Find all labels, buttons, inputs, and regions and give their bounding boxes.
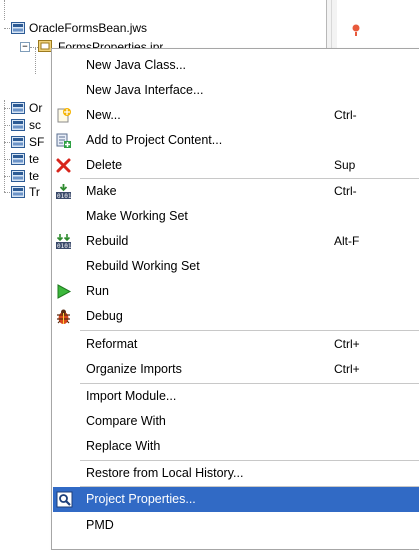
menu-item-make-working-set[interactable]: Make Working Set <box>52 204 419 229</box>
error-marker-icon <box>352 24 360 36</box>
tree-row-partial[interactable]: Tr <box>0 184 50 200</box>
rebuild-icon: 0101 <box>56 234 72 250</box>
menu-item-label: New... <box>86 108 121 122</box>
debug-icon <box>57 309 70 324</box>
svg-text:0101: 0101 <box>57 243 72 250</box>
workspace-icon <box>11 22 25 34</box>
tree-row-partial[interactable]: Or <box>0 100 50 116</box>
menu-item-make[interactable]: 0101 Make Ctrl- <box>52 179 419 204</box>
workspace-icon <box>11 136 25 148</box>
menu-item-reformat[interactable]: Reformat Ctrl+ <box>52 332 419 357</box>
tree-partial-label: te <box>29 152 40 166</box>
tree-connector <box>4 192 10 193</box>
menu-item-label: Import Module... <box>86 389 177 403</box>
tree-partial-label: Tr <box>29 185 40 199</box>
collapse-icon[interactable]: − <box>20 42 30 52</box>
tree-row-partial[interactable]: sc <box>0 117 50 133</box>
menu-item-label: Compare With <box>86 414 166 428</box>
tree-row-partial[interactable]: te <box>0 151 50 167</box>
new-gallery-icon <box>57 108 71 123</box>
menu-item-label: Delete <box>86 158 123 172</box>
tree-connector <box>4 28 10 29</box>
workspace-icon <box>11 153 25 165</box>
menu-item-label: Add to Project Content... <box>86 133 223 147</box>
menu-item-add-to-project-content[interactable]: Add to Project Content... <box>52 128 419 153</box>
delete-icon <box>56 158 71 173</box>
menu-item-shortcut: Ctrl+ <box>334 362 360 376</box>
menu-item-shortcut: Ctrl- <box>334 108 357 122</box>
menu-item-run[interactable]: Run <box>52 279 419 304</box>
menu-item-pmd[interactable]: PMD <box>52 513 419 538</box>
menu-item-label: Project Properties... <box>86 492 196 506</box>
menu-item-compare-with[interactable]: Compare With <box>52 409 419 434</box>
menu-item-replace-with[interactable]: Replace With <box>52 434 419 459</box>
menu-item-label: Rebuild <box>86 234 129 248</box>
menu-item-label: Run <box>86 284 109 298</box>
tree-connector <box>4 0 5 20</box>
tree-connector <box>4 176 10 177</box>
menu-item-import-module[interactable]: Import Module... <box>52 384 419 409</box>
menu-item-label: Organize Imports <box>86 362 182 376</box>
menu-item-shortcut: Sup <box>334 158 356 172</box>
menu-item-label: New Java Interface... <box>86 83 204 97</box>
svg-text:0101: 0101 <box>57 193 72 200</box>
workspace-icon <box>11 102 25 114</box>
menu-item-label: Reformat <box>86 337 138 351</box>
tree-partial-label: SF <box>29 135 45 149</box>
menu-item-shortcut: Ctrl+ <box>334 337 360 351</box>
menu-item-rebuild[interactable]: 0101 Rebuild Alt-F <box>52 229 419 254</box>
menu-item-restore-from-local-history[interactable]: Restore from Local History... <box>52 461 419 486</box>
menu-item-label: Replace With <box>86 439 161 453</box>
menu-item-label: New Java Class... <box>86 58 187 72</box>
make-icon: 0101 <box>56 184 72 200</box>
menu-item-new[interactable]: New... Ctrl- <box>52 103 419 128</box>
project-properties-icon <box>56 491 73 508</box>
menu-item-project-properties[interactable]: Project Properties... <box>53 487 419 512</box>
menu-item-shortcut: Alt-F <box>334 234 360 248</box>
menu-item-label: PMD <box>86 518 114 532</box>
menu-item-delete[interactable]: Delete Sup <box>52 153 419 178</box>
tree-partial-label: Or <box>29 101 43 115</box>
menu-item-new-java-class[interactable]: New Java Class... <box>52 53 419 78</box>
project-icon <box>38 40 52 52</box>
menu-item-shortcut: Ctrl- <box>334 184 357 198</box>
tree-root-label: OracleFormsBean.jws <box>29 21 148 35</box>
menu-item-label: Restore from Local History... <box>86 466 244 480</box>
tree-row-partial[interactable]: te <box>0 168 50 184</box>
context-menu: New Java Class... New Java Interface... … <box>51 48 419 550</box>
tree-connector <box>4 159 10 160</box>
tree-connector <box>4 108 10 109</box>
add-to-project-icon <box>56 133 71 148</box>
tree-partial-label: sc <box>29 118 41 132</box>
menu-item-debug[interactable]: Debug <box>52 304 419 329</box>
tree-connector <box>30 47 38 48</box>
tree-partial-label: te <box>29 169 40 183</box>
tree-row-root[interactable]: OracleFormsBean.jws <box>0 20 330 36</box>
menu-item-rebuild-working-set[interactable]: Rebuild Working Set <box>52 254 419 279</box>
menu-item-label: Rebuild Working Set <box>86 259 200 273</box>
menu-item-label: Make <box>86 184 117 198</box>
run-icon <box>57 284 72 299</box>
workspace-icon <box>11 119 25 131</box>
menu-separator <box>80 330 419 331</box>
menu-item-organize-imports[interactable]: Organize Imports Ctrl+ <box>52 357 419 382</box>
menu-item-new-java-interface[interactable]: New Java Interface... <box>52 78 419 103</box>
tree-connector <box>4 125 10 126</box>
workspace-icon <box>11 170 25 182</box>
tree-connector <box>4 142 10 143</box>
workspace-icon <box>11 186 25 198</box>
menu-item-label: Make Working Set <box>86 209 188 223</box>
menu-item-label: Debug <box>86 309 123 323</box>
tree-row-partial[interactable]: SF <box>0 134 50 150</box>
